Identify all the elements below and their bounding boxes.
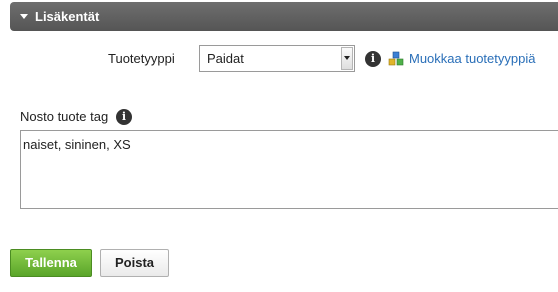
section-header-lisakentat[interactable]: Lisäkentät — [10, 2, 558, 31]
info-icon[interactable]: i — [116, 109, 132, 125]
info-icon[interactable]: i — [365, 51, 381, 67]
select-dropdown-arrow[interactable] — [341, 47, 353, 70]
nosto-tag-label: Nosto tuote tag — [20, 109, 109, 124]
edit-product-types-link[interactable]: Muokkaa tuotetyyppiä — [409, 51, 535, 66]
save-button[interactable]: Tallenna — [10, 249, 92, 277]
section-title: Lisäkentät — [35, 9, 100, 24]
nosto-tag-textarea[interactable]: naiset, sininen, XS — [20, 130, 558, 209]
chevron-down-icon — [344, 56, 350, 60]
delete-button[interactable]: Poista — [100, 249, 169, 277]
product-type-selected-value: Paidat — [207, 51, 244, 66]
cubes-icon — [388, 51, 404, 66]
nosto-tag-value: naiset, sininen, XS — [23, 137, 131, 152]
product-type-select[interactable]: Paidat — [199, 45, 355, 72]
product-type-label: Tuotetyyppi — [108, 51, 175, 66]
caret-down-icon — [20, 14, 28, 20]
